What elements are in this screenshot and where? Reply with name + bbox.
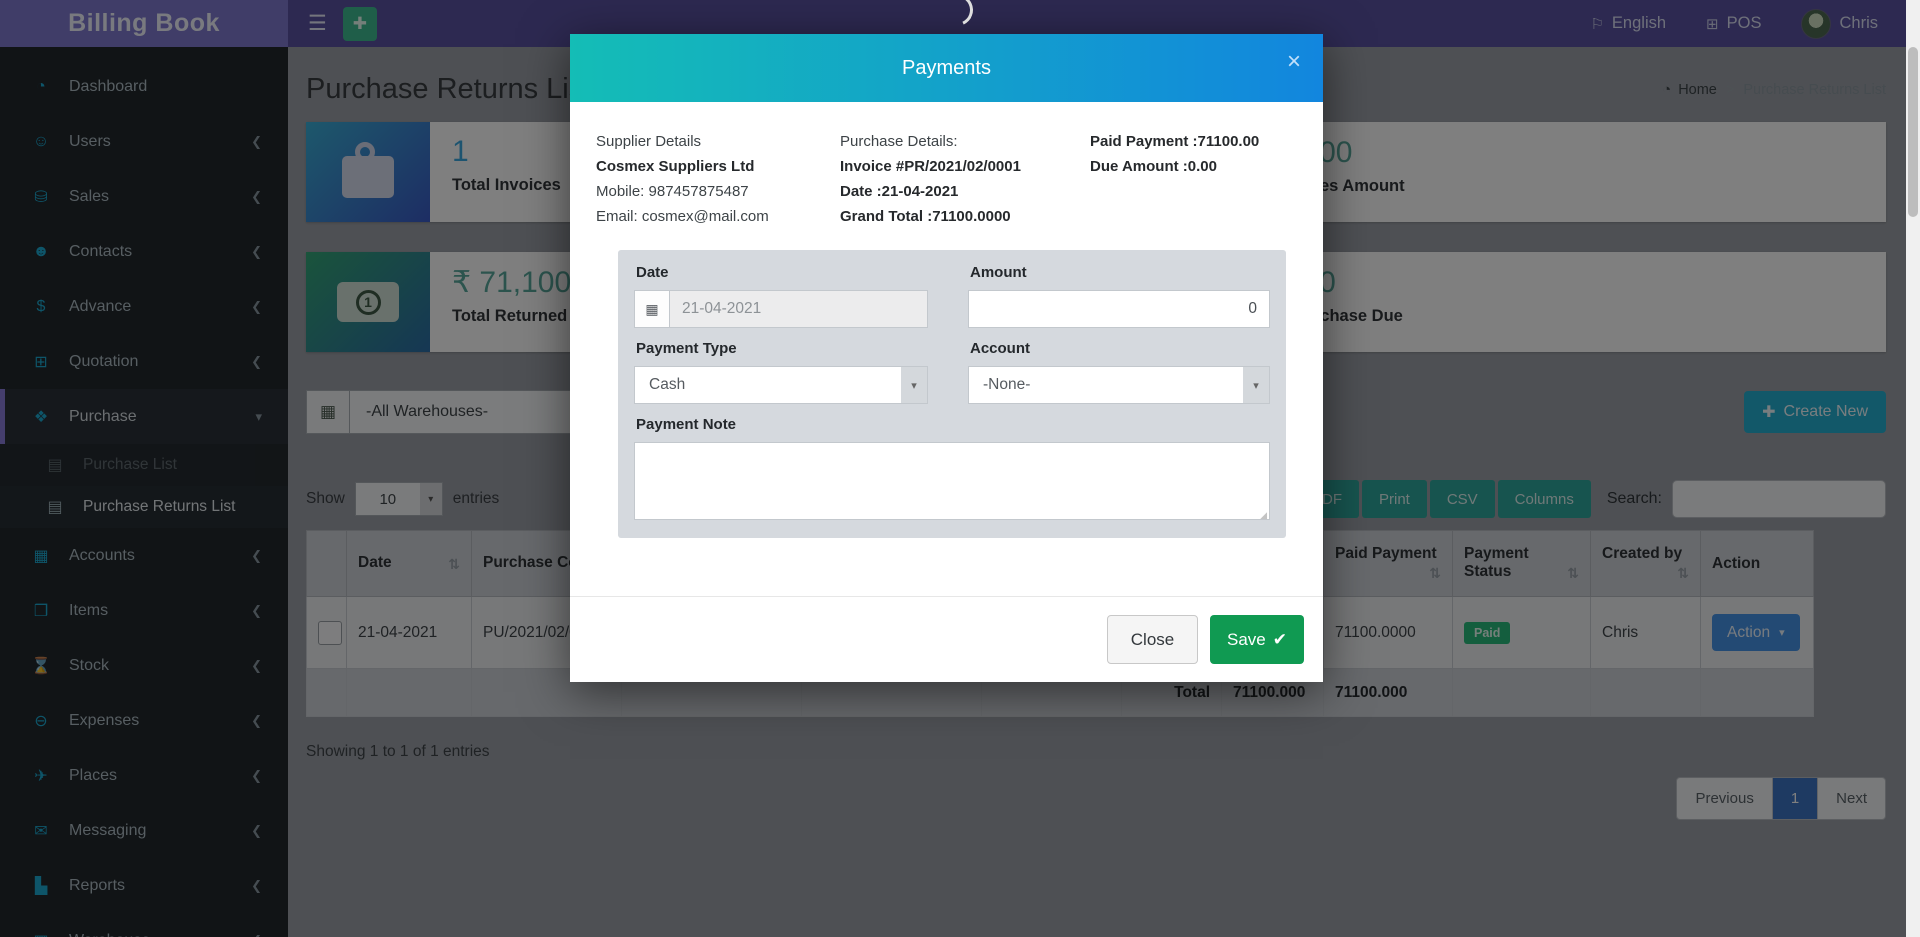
payment-type-select[interactable]: Cash ▾ [634,366,928,404]
save-button[interactable]: Save ✔ [1210,615,1304,664]
supplier-heading: Supplier Details [596,129,840,154]
payment-summary: Paid Payment :71100.00 Due Amount :0.00 [1090,129,1323,229]
resize-grip-icon[interactable]: ◢ [1260,510,1267,521]
calendar-icon: ▦ [634,290,670,328]
supplier-details: Supplier Details Cosmex Suppliers Ltd Mo… [596,129,840,229]
payment-date-input[interactable] [670,290,928,328]
chevron-down-icon: ▾ [1243,367,1269,403]
purchase-heading: Purchase Details: [840,129,1090,154]
invoice-number: Invoice #PR/2021/02/0001 [840,154,1090,179]
modal-footer: Close Save ✔ [570,596,1323,682]
close-button[interactable]: Close [1107,615,1198,664]
payment-type-label: Payment Type [636,340,928,361]
payment-type-value: Cash [635,367,901,403]
account-value: -None- [969,367,1243,403]
paid-payment: Paid Payment :71100.00 [1090,129,1323,154]
check-icon: ✔ [1273,630,1287,650]
save-label: Save [1227,630,1266,650]
account-select[interactable]: -None- ▾ [968,366,1270,404]
amount-input[interactable] [968,290,1270,328]
supplier-mobile: Mobile: 987457875487 [596,179,840,204]
supplier-name: Cosmex Suppliers Ltd [596,154,840,179]
payment-note-textarea[interactable] [634,442,1270,520]
payment-details-section: Supplier Details Cosmex Suppliers Ltd Mo… [570,102,1323,229]
scrollbar[interactable] [1906,0,1920,937]
grand-total: Grand Total :71100.0000 [840,204,1090,229]
due-amount: Due Amount :0.00 [1090,154,1323,179]
modal-title: Payments [902,57,991,80]
date-label: Date [636,264,928,285]
modal-header: Payments × [570,34,1323,102]
account-label: Account [970,340,1270,361]
payment-form: Date ▦ Amount Payment Type Cash ▾ [618,250,1286,538]
supplier-email: Email: cosmex@mail.com [596,204,840,229]
payment-note-label: Payment Note [636,416,1270,437]
close-icon[interactable]: × [1287,48,1301,76]
amount-label: Amount [970,264,1270,285]
purchase-date: Date :21-04-2021 [840,179,1090,204]
scrollbar-thumb[interactable] [1908,47,1918,217]
app-root: Billing Book ☰ ✚ ⚐ English ⊞ POS Chris ◔… [0,0,1920,937]
payments-modal: Payments × Supplier Details Cosmex Suppl… [570,34,1323,682]
purchase-details: Purchase Details: Invoice #PR/2021/02/00… [840,129,1090,229]
chevron-down-icon: ▾ [901,367,927,403]
